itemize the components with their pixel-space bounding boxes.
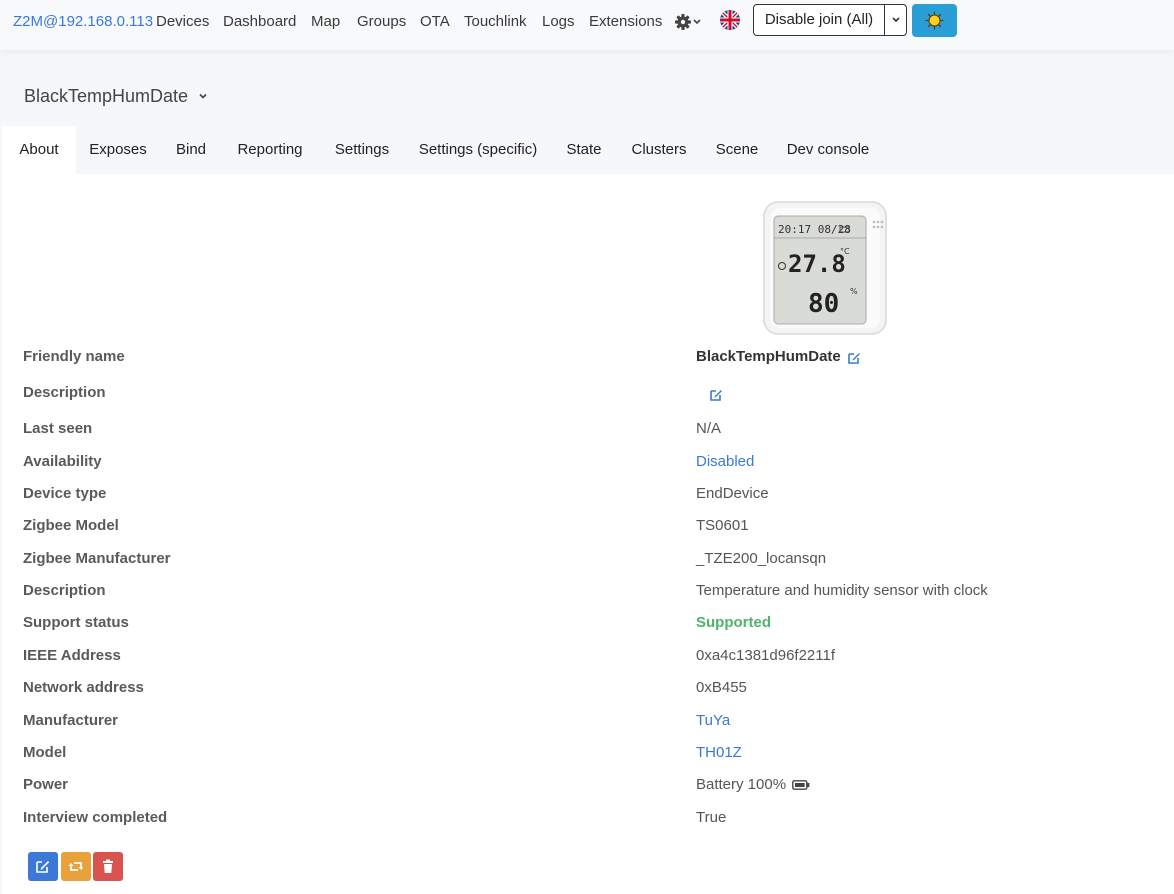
device-tabs: About Exposes Bind Reporting Settings Se… [2, 126, 1174, 174]
label-support-status: Support status [23, 614, 129, 631]
uk-flag-icon[interactable] [720, 10, 740, 30]
top-navbar: Z2M@192.168.0.113 Devices Dashboard Map … [0, 0, 1174, 50]
rename-device-button[interactable] [28, 852, 58, 881]
sun-icon [925, 11, 944, 30]
label-network-address: Network address [23, 679, 144, 696]
value-ieee-address: 0xa4c1381d96f2211f [696, 647, 836, 664]
tab-state[interactable]: State [552, 126, 616, 174]
label-description-2: Description [23, 582, 106, 599]
trash-icon [103, 859, 113, 873]
nav-link-extensions[interactable]: Extensions [589, 13, 662, 30]
chevron-down-icon [199, 93, 207, 99]
label-zigbee-manufacturer: Zigbee Manufacturer [23, 550, 171, 567]
disable-join-button[interactable]: Disable join (All) [754, 5, 884, 35]
value-last-seen: N/A [696, 420, 722, 437]
label-zigbee-model: Zigbee Model [23, 517, 119, 534]
nav-link-devices[interactable]: Devices [156, 13, 209, 30]
edit-description-icon[interactable] [709, 388, 723, 402]
permit-join-button-group: Disable join (All) [753, 4, 907, 36]
value-manufacturer[interactable]: TuYa [696, 712, 730, 729]
chevron-down-icon [892, 17, 900, 23]
value-power: Battery 100% [696, 776, 787, 793]
remove-device-button[interactable] [93, 852, 123, 881]
device-image: 20:17 08/28 27.8 °C 80 % [760, 198, 890, 338]
settings-gear-icon[interactable] [674, 11, 704, 33]
label-friendly-name: Friendly name [23, 348, 125, 365]
brand-link[interactable]: Z2M@192.168.0.113 [13, 13, 153, 30]
nav-link-touchlink[interactable]: Touchlink [464, 13, 527, 30]
about-card [2, 174, 1174, 894]
value-model[interactable]: TH01Z [696, 744, 742, 761]
tab-dev-console[interactable]: Dev console [776, 126, 880, 174]
device-title: BlackTempHumDate [24, 86, 189, 106]
value-availability[interactable]: Disabled [696, 453, 754, 470]
tab-reporting[interactable]: Reporting [224, 126, 316, 174]
value-zigbee-manufacturer: _TZE200_locansqn [696, 550, 827, 567]
label-manufacturer: Manufacturer [23, 712, 119, 729]
label-model: Model [23, 744, 67, 761]
join-dropdown-toggle[interactable] [884, 5, 907, 35]
label-availability: Availability [23, 453, 102, 470]
reconfigure-device-button[interactable] [61, 852, 91, 881]
value-friendly-name: BlackTempHumDate [696, 348, 841, 365]
tab-clusters[interactable]: Clusters [620, 126, 698, 174]
tab-about[interactable]: About [2, 126, 76, 174]
tab-scene[interactable]: Scene [702, 126, 772, 174]
value-network-address: 0xB455 [696, 679, 747, 696]
label-ieee-address: IEEE Address [23, 647, 121, 664]
edit-friendly-name-icon[interactable] [847, 351, 861, 365]
label-device-type: Device type [23, 485, 107, 502]
theme-toggle-button[interactable] [912, 4, 957, 37]
value-zigbee-model: TS0601 [696, 517, 749, 534]
device-selector[interactable]: BlackTempHumDate [24, 86, 209, 107]
tab-exposes[interactable]: Exposes [78, 126, 158, 174]
nav-link-dashboard[interactable]: Dashboard [223, 13, 296, 30]
lcd-temperature: 27.8 [788, 250, 846, 278]
battery-full-icon [792, 780, 810, 790]
value-support-status: Supported [696, 614, 771, 631]
label-interview-completed: Interview completed [23, 809, 168, 826]
lcd-temperature-unit: °C [840, 247, 850, 256]
nav-link-ota[interactable]: OTA [420, 13, 450, 30]
retweet-icon [68, 862, 84, 871]
value-device-description: Temperature and humidity sensor with clo… [696, 582, 988, 599]
tab-settings[interactable]: Settings [318, 126, 406, 174]
tab-bind[interactable]: Bind [160, 126, 222, 174]
nav-link-map[interactable]: Map [311, 13, 340, 30]
nav-link-groups[interactable]: Groups [357, 13, 406, 30]
value-device-type: EndDevice [696, 485, 769, 502]
lcd-humidity-unit: % [850, 287, 858, 296]
nav-link-logs[interactable]: Logs [542, 13, 575, 30]
label-power: Power [23, 776, 69, 793]
value-interview-completed: True [696, 809, 727, 826]
label-last-seen: Last seen [23, 420, 93, 437]
lcd-humidity: 80 [808, 289, 839, 319]
edit-icon [36, 861, 50, 873]
tab-settings-specific[interactable]: Settings (specific) [408, 126, 548, 174]
label-description: Description [23, 384, 106, 401]
